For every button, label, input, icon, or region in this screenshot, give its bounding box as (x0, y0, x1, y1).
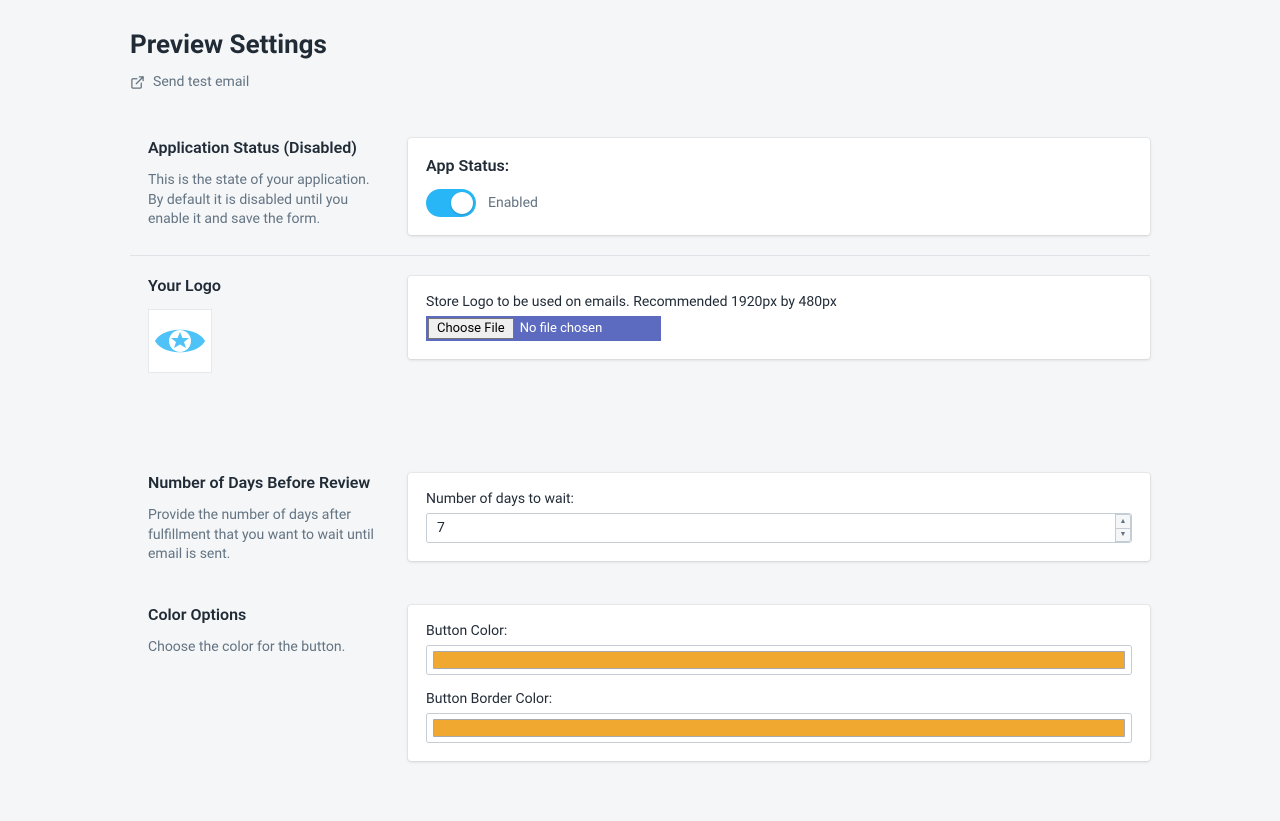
days-field-label: Number of days to wait: (426, 491, 1132, 507)
days-card: Number of days to wait: ▲ ▼ (408, 473, 1150, 561)
page-title: Preview Settings (130, 30, 1150, 60)
days-step-up[interactable]: ▲ (1115, 514, 1131, 528)
send-test-email-label: Send test email (153, 74, 249, 90)
days-input[interactable] (426, 513, 1132, 543)
colors-card: Button Color: Button Border Color: (408, 605, 1150, 761)
logo-heading: Your Logo (148, 276, 384, 295)
status-desc: This is the state of your application. B… (148, 171, 384, 230)
button-color-field[interactable] (426, 645, 1132, 675)
button-color-label: Button Color: (426, 623, 1132, 639)
eye-star-icon (153, 324, 207, 358)
logo-field-label: Store Logo to be used on emails. Recomme… (426, 294, 1132, 310)
days-step-down[interactable]: ▼ (1115, 528, 1131, 543)
toggle-knob (451, 192, 473, 214)
file-chosen-text: No file chosen (514, 321, 609, 336)
status-heading: Application Status (Disabled) (148, 138, 384, 157)
send-test-email-link[interactable]: Send test email (130, 74, 1150, 90)
choose-file-button[interactable]: Choose File (428, 318, 514, 339)
app-status-toggle[interactable] (426, 189, 476, 217)
border-color-swatch (433, 719, 1125, 737)
logo-preview (148, 309, 212, 373)
days-heading: Number of Days Before Review (148, 473, 384, 492)
external-link-icon (130, 75, 145, 90)
colors-desc: Choose the color for the button. (148, 638, 384, 658)
button-color-swatch (433, 651, 1125, 669)
status-card: App Status: Enabled (408, 138, 1150, 235)
logo-file-input[interactable]: Choose File No file chosen (426, 316, 661, 341)
toggle-label: Enabled (488, 195, 538, 211)
status-card-title: App Status: (426, 156, 1132, 175)
border-color-field[interactable] (426, 713, 1132, 743)
colors-heading: Color Options (148, 605, 384, 624)
days-desc: Provide the number of days after fulfill… (148, 506, 384, 565)
logo-card: Store Logo to be used on emails. Recomme… (408, 276, 1150, 359)
border-color-label: Button Border Color: (426, 691, 1132, 707)
